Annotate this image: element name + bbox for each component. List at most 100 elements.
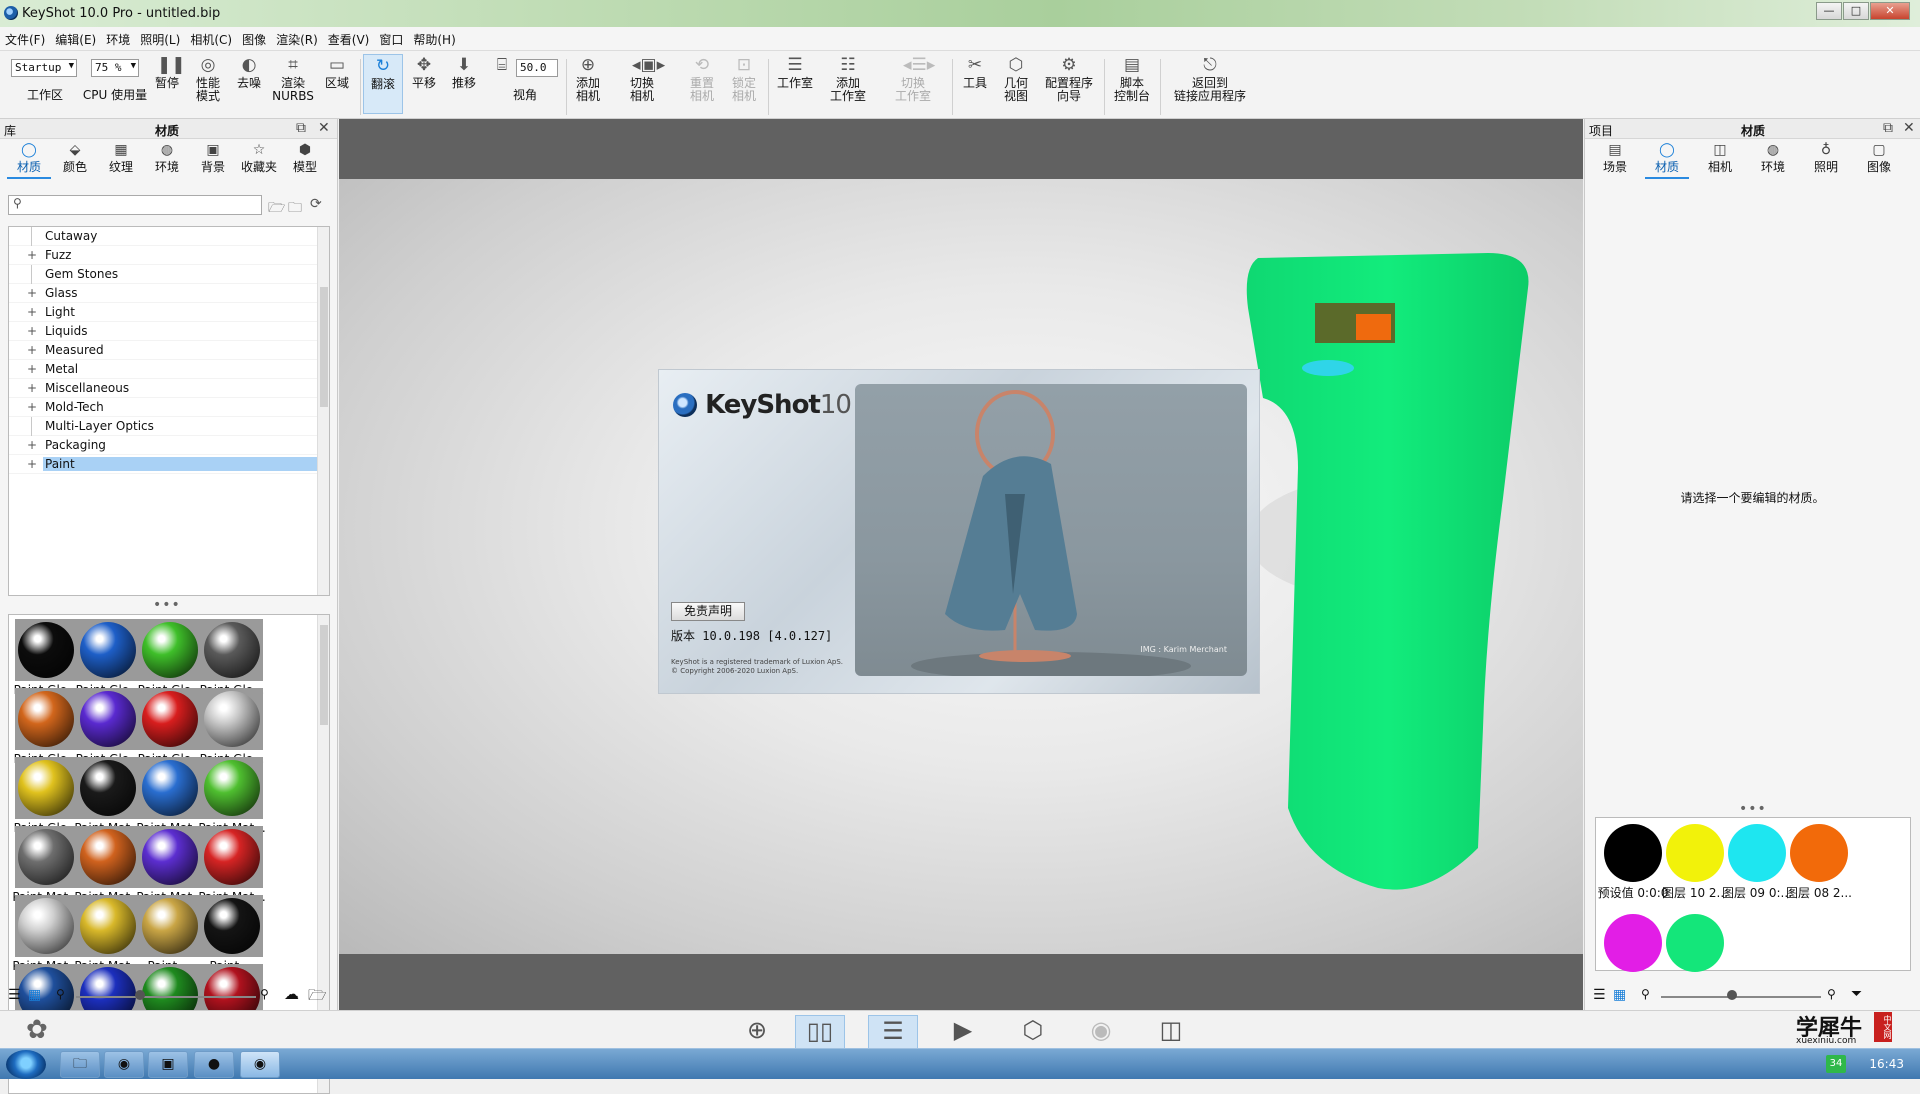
tree-item[interactable]: + Light — [9, 303, 329, 322]
menu-lighting[interactable]: 照明(L) — [135, 27, 185, 52]
performance-mode-button[interactable]: ◎ 性能 模式 — [190, 56, 226, 103]
cloud-library-icon[interactable]: ☁ — [284, 985, 299, 1003]
explorer-task[interactable]: 🗀 — [60, 1051, 100, 1078]
pan-button[interactable]: ✥ 平移 — [408, 56, 440, 90]
tree-item[interactable]: + Glass — [9, 284, 329, 303]
chrome-task[interactable]: ◉ — [104, 1051, 144, 1078]
slider-knob[interactable] — [135, 990, 145, 1000]
dolly-button[interactable]: ⬇ 推移 — [448, 56, 480, 90]
tools-button[interactable]: ✂ 工具 — [958, 56, 992, 90]
menu-environment[interactable]: 环境 — [101, 27, 135, 52]
tab-models[interactable]: ⬢ 模型 — [283, 142, 327, 175]
filter-icon[interactable]: ⏷ — [1851, 986, 1862, 1002]
menu-window[interactable]: 窗口 — [374, 27, 408, 52]
expand-icon[interactable]: + — [27, 362, 37, 376]
menu-view[interactable]: 查看(V) — [323, 27, 375, 52]
add-studio-button[interactable]: ☷ 添加 工作室 — [826, 56, 870, 103]
add-camera-button[interactable]: ⊕ 添加 相机 — [570, 56, 606, 103]
tree-item[interactable]: + Liquids — [9, 322, 329, 341]
scene-material-ball[interactable] — [1790, 824, 1848, 882]
scene-material-ball[interactable] — [1728, 824, 1786, 882]
tab-colors[interactable]: ⬙ 颜色 — [53, 142, 97, 175]
tab-camera[interactable]: ◫ 相机 — [1698, 142, 1742, 175]
tab-textures[interactable]: ▦ 纹理 — [99, 142, 143, 175]
tree-item[interactable]: Gem Stones — [9, 265, 329, 284]
render-nurbs-button[interactable]: ⌗ 渲染 NURBS — [272, 56, 314, 103]
library-search-input[interactable]: ⚲ — [8, 195, 262, 215]
expand-icon[interactable]: + — [27, 438, 37, 452]
field-of-view-input[interactable]: 50.0 — [516, 59, 558, 77]
expand-icon[interactable]: + — [27, 248, 37, 262]
tree-item[interactable]: Multi-Layer Optics — [9, 417, 329, 436]
menu-render[interactable]: 渲染(R) — [271, 27, 323, 52]
project-toggle-button[interactable]: ☰ — [868, 1015, 918, 1049]
tree-item[interactable]: + Paint — [9, 455, 329, 474]
workspace-select[interactable]: Startup ▼ — [11, 59, 77, 77]
app-task[interactable]: ▣ — [148, 1051, 188, 1078]
zoom-in-icon[interactable]: ⚲ — [260, 987, 269, 1001]
keyshot-task[interactable]: ◉ — [240, 1051, 280, 1078]
splitter-handle[interactable]: ••• — [153, 597, 181, 613]
cloud-icon[interactable]: ✿ — [26, 1015, 48, 1045]
tumble-button[interactable]: ↻ 翻滚 — [363, 54, 403, 114]
studio-button[interactable]: ☰ 工作室 — [774, 56, 816, 90]
keyshotxr-button[interactable]: ⬡ — [1008, 1015, 1058, 1049]
start-button[interactable] — [6, 1050, 46, 1079]
denoise-button[interactable]: ◐ 去噪 — [232, 56, 266, 90]
tab-material[interactable]: ◯ 材质 — [1645, 142, 1689, 179]
tree-item[interactable]: + Measured — [9, 341, 329, 360]
close-panel-icon[interactable]: ✕ — [318, 120, 330, 136]
grid-view-icon[interactable]: ▦ — [28, 987, 41, 1003]
pause-button[interactable]: ❚❚ 暂停 — [152, 56, 186, 90]
list-view-icon[interactable]: ☰ — [1593, 987, 1606, 1003]
keyvr-button[interactable]: ◉ — [1076, 1015, 1126, 1049]
zoom-in-icon[interactable]: ⚲ — [1827, 987, 1836, 1001]
maximize-button[interactable]: □ — [1843, 2, 1869, 20]
green-3d-model[interactable] — [1228, 248, 1538, 893]
refresh-icon[interactable]: ⟳ — [310, 196, 322, 212]
tree-item[interactable]: + Mold-Tech — [9, 398, 329, 417]
menu-file[interactable]: 文件(F) — [0, 27, 50, 52]
expand-icon[interactable]: + — [27, 343, 37, 357]
expand-icon[interactable]: + — [27, 457, 37, 471]
tab-lighting[interactable]: ♁ 照明 — [1804, 142, 1848, 175]
scene-material-ball[interactable] — [1604, 824, 1662, 882]
tab-favorites[interactable]: ☆ 收藏夹 — [237, 142, 281, 175]
scene-material-ball[interactable] — [1666, 914, 1724, 972]
slider-knob[interactable] — [1727, 990, 1737, 1000]
expand-icon[interactable]: + — [27, 324, 37, 338]
tree-scrollbar[interactable] — [317, 227, 329, 595]
tree-item[interactable]: + Miscellaneous — [9, 379, 329, 398]
tree-item[interactable]: + Fuzz — [9, 246, 329, 265]
cpu-usage-select[interactable]: 75 % ▼ — [91, 59, 139, 77]
switch-studio-button[interactable]: ◂☰▸ 切换 工作室 — [880, 56, 946, 103]
grid-view-icon[interactable]: ▦ — [1613, 987, 1626, 1003]
import-folder-icon[interactable]: 🗁 — [308, 985, 327, 1010]
thumbnail-size-slider[interactable] — [76, 996, 256, 998]
folder-add-icon[interactable]: 🗀 — [288, 197, 302, 221]
close-panel-icon[interactable]: ✕ — [1903, 120, 1915, 136]
return-to-linked-app-button[interactable]: ⎋ 返回到 链接应用程序 — [1168, 56, 1252, 103]
splitter-handle[interactable]: ••• — [1739, 801, 1767, 817]
tree-item[interactable]: + Metal — [9, 360, 329, 379]
tab-materials[interactable]: ◯ 材质 — [7, 142, 51, 179]
menu-camera[interactable]: 相机(C) — [185, 27, 237, 52]
scene-material-ball[interactable] — [1666, 824, 1724, 882]
region-button[interactable]: ▭ 区域 — [320, 56, 354, 90]
tab-environment[interactable]: ◍ 环境 — [1751, 142, 1795, 175]
configurator-wizard-button[interactable]: ⚙ 配置程序 向导 — [1040, 56, 1098, 103]
menu-image[interactable]: 图像 — [237, 27, 271, 52]
import-button[interactable]: ⊕ — [732, 1015, 782, 1049]
expand-icon[interactable]: + — [27, 381, 37, 395]
script-console-button[interactable]: ▤ 脚本 控制台 — [1110, 56, 1154, 103]
menu-help[interactable]: 帮助(H) — [408, 27, 460, 52]
system-clock[interactable]: 16:43 — [1869, 1057, 1904, 1071]
lock-camera-button[interactable]: ⊡ 锁定 相机 — [726, 56, 762, 103]
tab-backplates[interactable]: ▣ 背景 — [191, 142, 235, 175]
undock-icon[interactable]: ⧉ — [1883, 120, 1893, 136]
menu-edit[interactable]: 编辑(E) — [50, 27, 101, 52]
scene-material-ball[interactable] — [1604, 914, 1662, 972]
app-task-2[interactable]: ● — [194, 1051, 234, 1078]
zoom-out-icon[interactable]: ⚲ — [56, 987, 65, 1001]
switch-camera-button[interactable]: ◂▣▸ 切换 相机 — [614, 56, 670, 103]
